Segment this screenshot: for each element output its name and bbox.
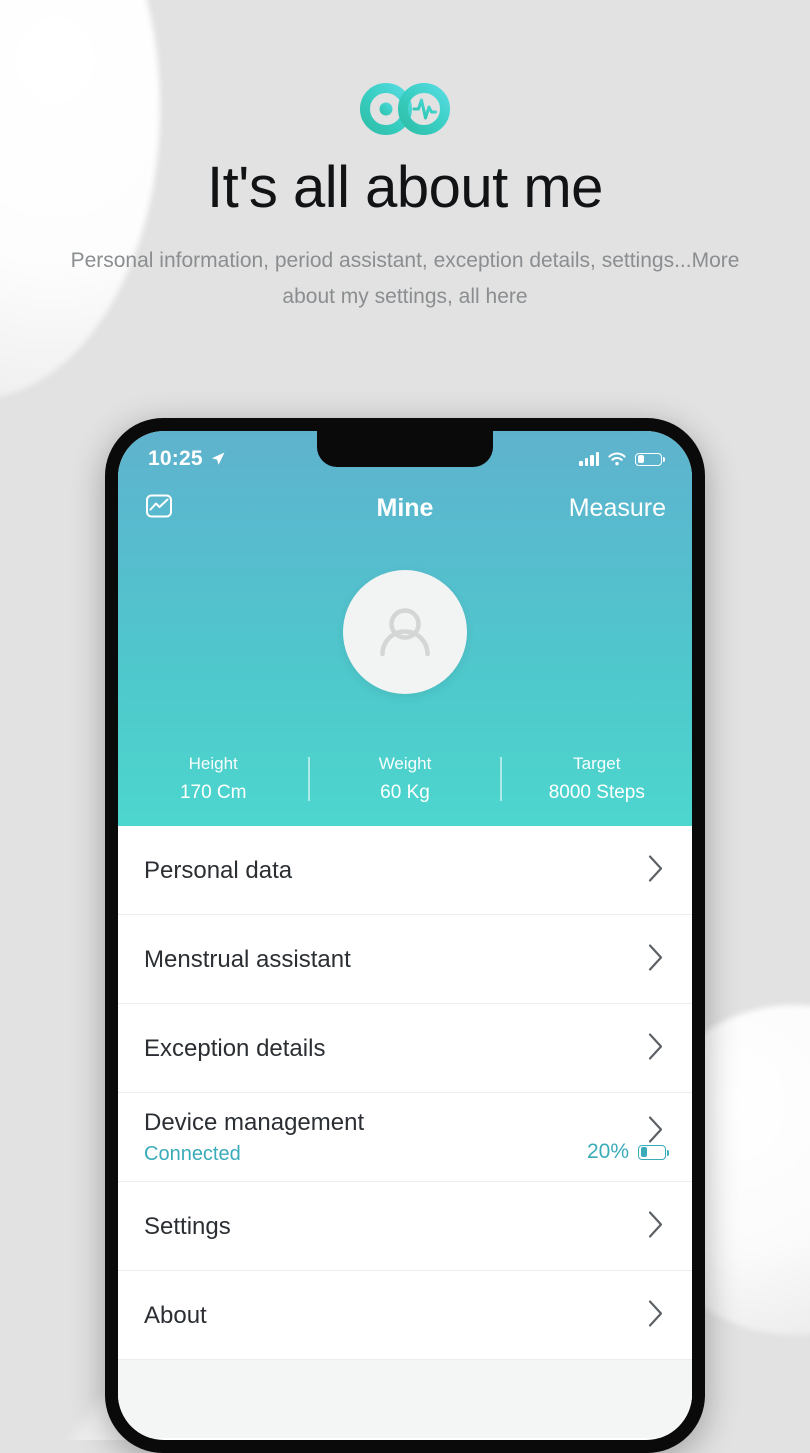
list-item-label: Exception details: [144, 1034, 326, 1062]
stat-value: 60 Kg: [380, 782, 430, 803]
nav-bar: Mine Measure: [118, 479, 692, 537]
row-texts: Device management Connected: [144, 1109, 364, 1166]
row-texts: Menstrual assistant: [144, 946, 351, 974]
status-bar-left: 10:25: [148, 447, 226, 471]
hero-section: It's all about me Personal information, …: [0, 0, 810, 315]
phone-notch: [317, 431, 493, 467]
chart-statistics-icon[interactable]: [144, 491, 174, 526]
list-item-menstrual-assistant[interactable]: Menstrual assistant: [118, 915, 692, 1004]
row-texts: Settings: [144, 1213, 231, 1241]
list-item-label: Settings: [144, 1212, 231, 1240]
measure-button[interactable]: Measure: [569, 494, 666, 523]
phone-screen: 10:25 Mine Measure Height 170 Cm Weight …: [118, 431, 692, 1440]
list-item-label: Device management: [144, 1109, 365, 1136]
location-arrow-icon: [211, 452, 225, 465]
list-bottom-filler: [118, 1360, 692, 1438]
chevron-right-icon: [646, 1297, 666, 1334]
app-header: 10:25 Mine Measure Height 170 Cm Weight …: [118, 431, 692, 826]
chevron-right-icon: [646, 1208, 666, 1245]
battery-percent-label: 20%: [586, 1140, 629, 1163]
menu-list: Personal data Menstrual assistant Except…: [118, 826, 692, 1438]
stat-target: Target 8000 Steps: [502, 754, 692, 804]
list-item-exception-details[interactable]: Exception details: [118, 1004, 692, 1093]
list-item-label: Menstrual assistant: [144, 945, 351, 973]
avatar[interactable]: [343, 570, 467, 694]
stat-height: Height 170 Cm: [118, 754, 308, 804]
list-item-settings[interactable]: Settings: [118, 1182, 692, 1271]
list-item-about[interactable]: About: [118, 1271, 692, 1360]
row-texts: About: [144, 1302, 207, 1330]
list-item-personal-data[interactable]: Personal data: [118, 826, 692, 915]
infinity-pulse-logo-icon: [360, 83, 450, 135]
status-bar-right: [579, 452, 666, 466]
stat-label: Weight: [378, 754, 432, 773]
chevron-right-icon: [646, 1030, 666, 1067]
app-logo: [0, 78, 810, 140]
person-avatar-icon: [380, 608, 430, 657]
list-item-device-management[interactable]: Device management Connected 20%: [118, 1093, 692, 1182]
stats-row: Height 170 Cm Weight 60 Kg Target 8000 S…: [118, 754, 692, 804]
status-badge: Connected: [144, 1143, 241, 1165]
row-texts: Exception details: [144, 1035, 325, 1063]
avatar-area: [118, 570, 692, 694]
stat-value: 8000 Steps: [548, 782, 645, 803]
list-item-label: About: [144, 1301, 207, 1329]
cellular-signal-icon: [579, 452, 599, 466]
chevron-right-icon: [646, 941, 666, 978]
page-title: It's all about me: [207, 155, 603, 220]
chevron-right-icon: [646, 852, 666, 889]
wifi-icon: [608, 452, 626, 466]
row-texts: Personal data: [144, 857, 292, 885]
stat-label: Height: [188, 754, 238, 773]
battery-icon: [635, 452, 666, 466]
list-item-label: Personal data: [144, 856, 293, 884]
stat-label: Target: [573, 754, 621, 773]
chevron-right-icon: [646, 1114, 666, 1151]
page-subtitle: Personal information, period assistant, …: [70, 248, 740, 308]
status-time: 10:25: [148, 447, 203, 470]
phone-mockup: 10:25 Mine Measure Height 170 Cm Weight …: [105, 418, 705, 1453]
stat-value: 170 Cm: [179, 782, 247, 803]
stat-weight: Weight 60 Kg: [310, 754, 500, 804]
